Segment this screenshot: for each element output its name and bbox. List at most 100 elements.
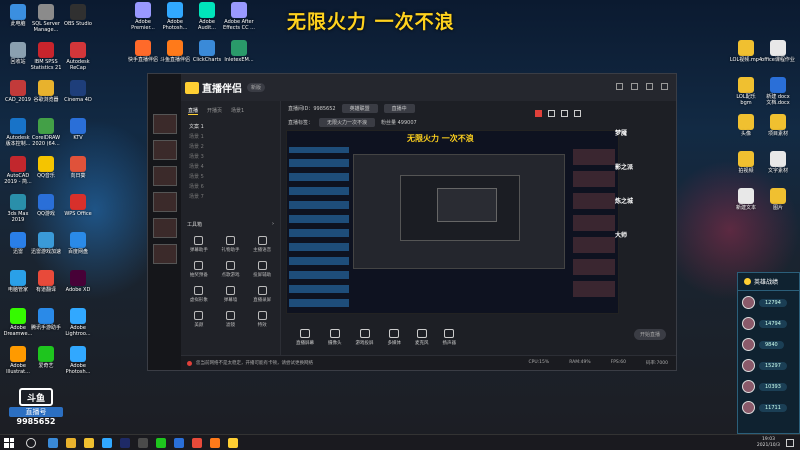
tool-button[interactable]: 礼物助手 [215, 236, 247, 253]
desktop-shortcut[interactable]: LOL配乐 bgm [728, 77, 764, 106]
scene-item[interactable]: 场景 1 [185, 131, 276, 141]
desktop-shortcut[interactable]: 爱奇艺 [28, 346, 64, 369]
rank-row[interactable]: 11711 [738, 398, 799, 417]
desktop-shortcut[interactable]: 项目素材 [760, 114, 796, 137]
desktop-shortcut[interactable]: 头像 [728, 114, 764, 137]
clock[interactable]: 19:03 2021/10/3 [757, 437, 780, 449]
desktop-shortcut[interactable]: 腾讯手游助手 [28, 308, 64, 331]
sidebar-tab[interactable]: 直播 [188, 107, 199, 115]
desktop-shortcut[interactable]: ClickCharts [189, 40, 225, 63]
tool-button[interactable]: 特效 [246, 311, 278, 328]
tool-button[interactable]: 点歌游戏 [215, 261, 247, 278]
minimize-icon[interactable] [631, 83, 638, 90]
app-icon[interactable] [192, 437, 202, 448]
rank-row[interactable]: 15297 [738, 356, 799, 375]
task-view-icon[interactable] [48, 437, 58, 448]
source-button[interactable]: 游戏投屏 [356, 328, 374, 346]
close-icon[interactable] [661, 83, 668, 90]
desktop-shortcut[interactable]: Adobe XD [60, 270, 96, 293]
tool-button[interactable]: 直播录屏 [246, 286, 278, 303]
chevron-icon[interactable]: › [272, 221, 274, 228]
rank-row[interactable]: 10393 [738, 377, 799, 396]
desktop-shortcut[interactable]: 向日葵 [60, 156, 96, 179]
desktop-shortcut[interactable]: 文字素材 [760, 151, 796, 174]
desktop-shortcut[interactable]: 新建文本 [728, 188, 764, 211]
tool-button[interactable]: 主播语音 [246, 236, 278, 253]
desktop-shortcut[interactable]: 百度网盘 [60, 232, 96, 255]
scene-item[interactable]: 场景 7 [185, 191, 276, 201]
obs-icon[interactable] [138, 437, 148, 448]
desktop-shortcut[interactable]: 谷歌浏览器 [28, 80, 64, 103]
tool-button[interactable]: 投屏辅助 [246, 261, 278, 278]
scene-item[interactable]: 场景 5 [185, 171, 276, 181]
scene-thumb[interactable] [153, 114, 177, 134]
room-category[interactable]: 英雄联盟 [341, 103, 378, 113]
desktop-shortcut[interactable]: IBM SPSS Statistics 21 [28, 42, 64, 71]
scene-item[interactable]: 场景 4 [185, 161, 276, 171]
scene-item[interactable]: 场景 2 [185, 141, 276, 151]
search-icon[interactable] [26, 437, 36, 448]
desktop-shortcut[interactable]: Cinema 4D [60, 80, 96, 103]
desktop-shortcut[interactable]: Autodesk ReCap [60, 42, 96, 71]
desktop-shortcut[interactable]: 迅雷游戏加速 [28, 232, 64, 255]
desktop-shortcut[interactable]: OBS Studio [60, 4, 96, 27]
desktop-shortcut[interactable]: Adobe Photosh... [60, 346, 96, 375]
streaming-app-icon[interactable] [228, 437, 238, 448]
desktop-shortcut[interactable]: Adobe Audit... [189, 2, 225, 31]
tool-button[interactable]: 抽奖预备 [183, 261, 215, 278]
source-button[interactable]: 麦克风 [415, 328, 429, 346]
desktop-shortcut[interactable]: LOL视频.mp4 [728, 40, 764, 63]
desktop-shortcut[interactable]: QQ游戏 [28, 194, 64, 217]
room-status[interactable]: 直播中 [383, 103, 415, 113]
scene-thumb[interactable] [153, 192, 177, 212]
scene-item[interactable]: 场景 6 [185, 181, 276, 191]
tool-button[interactable]: 滤镜 [215, 311, 247, 328]
qq-icon[interactable] [174, 437, 184, 448]
desktop-shortcut[interactable]: office课程作业 [760, 40, 796, 63]
desktop-shortcut[interactable]: 有道翻译 [28, 270, 64, 293]
photoshop-icon[interactable] [102, 437, 112, 448]
desktop-shortcut[interactable]: Adobe After Effects CC ... [221, 2, 257, 31]
scene-thumb[interactable] [153, 218, 177, 238]
explorer-icon[interactable] [84, 437, 94, 448]
scene-thumb[interactable] [153, 244, 177, 264]
scene-thumb[interactable] [153, 140, 177, 160]
chrome-icon[interactable] [66, 437, 76, 448]
desktop-shortcut[interactable]: 快手直播伴侣 [125, 40, 161, 63]
source-button[interactable]: 多媒体 [388, 328, 401, 346]
stream-preview[interactable]: 无限火力 一次不浪 [286, 130, 619, 314]
desktop-shortcut[interactable]: KTV [60, 118, 96, 141]
rank-row[interactable]: 9840 [738, 335, 799, 354]
desktop-shortcut[interactable]: Adobe Premier... [125, 2, 161, 31]
desktop-shortcut[interactable]: 斗鱼直播伴侣 [157, 40, 193, 63]
more-icon[interactable] [574, 110, 581, 117]
desktop-shortcut[interactable]: QQ音乐 [28, 156, 64, 179]
rank-row[interactable]: 14794 [738, 314, 799, 333]
share-icon[interactable] [561, 110, 568, 117]
sidebar-tab[interactable]: 开播页 [207, 107, 222, 115]
start-live-button[interactable]: 开始直播 [634, 329, 666, 340]
douyu-icon[interactable] [210, 437, 220, 448]
desktop-shortcut[interactable]: CorelDRAW 2020 (64... [28, 118, 64, 147]
settings-icon[interactable] [616, 83, 623, 90]
wechat-icon[interactable] [156, 437, 166, 448]
desktop-shortcut[interactable]: 新建 docx 文档.docx [760, 77, 796, 106]
desktop-shortcut[interactable]: Adobe Lightroo... [60, 308, 96, 337]
desktop-shortcut[interactable]: 拍视频 [728, 151, 764, 174]
desktop-shortcut[interactable]: 图片 [760, 188, 796, 211]
notification-icon[interactable] [786, 438, 794, 447]
tool-button[interactable]: 弹幕助手 [183, 236, 215, 253]
windows-start-icon[interactable] [4, 437, 14, 448]
scene-thumb[interactable] [153, 166, 177, 186]
sidebar-tab[interactable]: 场景1 [231, 107, 244, 115]
desktop-shortcut[interactable]: WPS Office [60, 194, 96, 217]
layout-icon[interactable] [548, 110, 555, 117]
desktop-shortcut[interactable]: InletexEM... [221, 40, 257, 63]
premiere-icon[interactable] [120, 437, 130, 448]
source-button[interactable]: 直播屏幕 [296, 328, 314, 346]
tool-button[interactable]: 美颜 [183, 311, 215, 328]
tool-button[interactable]: 弹幕墙 [215, 286, 247, 303]
record-icon[interactable] [535, 110, 542, 117]
source-button[interactable]: 摄像头 [328, 328, 342, 346]
desktop-shortcut[interactable]: SQL Server Manage... [28, 4, 64, 33]
